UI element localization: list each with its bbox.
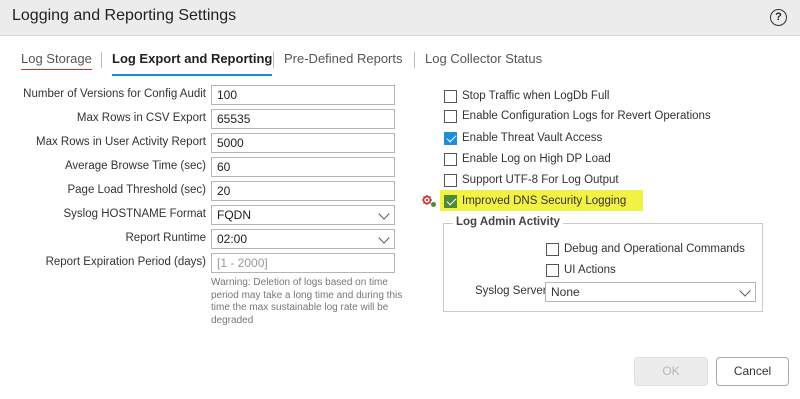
ok-button[interactable]: OK [634,357,708,386]
tab-divider [273,52,274,68]
checkbox-box-checked[interactable] [444,131,457,145]
tab-log-storage[interactable]: Log Storage [21,51,92,70]
ui-actions-label: UI Actions [564,264,616,276]
stop-traffic-checkbox[interactable]: Stop Traffic when LogDb Full [444,88,609,104]
tab-log-export-and-reporting[interactable]: Log Export and Reporting [112,51,273,76]
threat-vault-label: Enable Threat Vault Access [462,132,603,144]
syslog-hostname-value: FQDN [217,208,251,222]
report-runtime-select[interactable]: 02:00 [211,229,395,249]
expiration-label: Report Expiration Period (days) [45,256,206,268]
checkbox-box[interactable] [546,263,559,277]
report-runtime-value: 02:00 [217,232,248,246]
chevron-down-icon [378,232,390,244]
report-runtime-label: Report Runtime [125,232,206,244]
dns-security-label: Improved DNS Security Logging [462,195,627,207]
high-dp-label: Enable Log on High DP Load [462,153,611,165]
syslog-server-label: Syslog Server [475,285,547,297]
dialog-titlebar: Logging and Reporting Settings ? [0,0,800,36]
syslog-hostname-select[interactable]: FQDN [211,205,395,225]
config-audit-input[interactable]: 100 [211,85,395,105]
cancel-button[interactable]: Cancel [716,357,789,386]
utf8-label: Support UTF-8 For Log Output [462,174,619,186]
tab-divider [101,52,102,68]
checkbox-box[interactable] [444,152,457,166]
csv-export-label: Max Rows in CSV Export [76,112,206,124]
browse-time-input[interactable]: 60 [211,157,395,177]
syslog-hostname-label: Syslog HOSTNAME Format [63,208,207,220]
dns-security-checkbox[interactable]: Improved DNS Security Logging [444,193,626,209]
tab-pre-defined-reports[interactable]: Pre-Defined Reports [284,51,403,74]
chevron-down-icon [739,285,751,297]
config-audit-label: Number of Versions for Config Audit [23,88,206,100]
page-load-input[interactable]: 20 [211,181,395,201]
user-activity-input[interactable]: 5000 [211,133,395,153]
dialog-title: Logging and Reporting Settings [12,7,237,24]
tab-bar: Log Storage Log Export and Reporting Pre… [0,44,800,76]
debug-commands-checkbox[interactable]: Debug and Operational Commands [546,241,745,257]
chevron-down-icon [378,208,390,220]
threat-vault-checkbox[interactable]: Enable Threat Vault Access [444,130,602,146]
high-dp-checkbox[interactable]: Enable Log on High DP Load [444,151,611,167]
log-admin-activity-title: Log Admin Activity [453,216,563,228]
tab-divider [414,52,415,68]
checkbox-box-checked[interactable] [444,194,457,208]
expiration-input[interactable]: [1 - 2000] [211,253,395,273]
checkbox-box[interactable] [546,242,559,256]
browse-time-label: Average Browse Time (sec) [64,160,206,172]
gear-icon [422,195,436,207]
csv-export-input[interactable]: 65535 [211,109,395,129]
utf8-checkbox[interactable]: Support UTF-8 For Log Output [444,172,619,188]
config-logs-checkbox[interactable]: Enable Configuration Logs for Revert Ope… [444,108,711,124]
config-logs-label: Enable Configuration Logs for Revert Ope… [462,110,711,122]
expiration-warning: Warning: Deletion of logs based on time … [211,277,403,326]
help-icon[interactable]: ? [770,9,787,26]
syslog-server-select[interactable]: None [545,282,756,302]
checkbox-box[interactable] [444,173,457,187]
user-activity-label: Max Rows in User Activity Report [36,136,206,148]
checkbox-box[interactable] [444,109,457,123]
ui-actions-checkbox[interactable]: UI Actions [546,262,616,278]
page-load-label: Page Load Threshold (sec) [67,184,206,196]
debug-commands-label: Debug and Operational Commands [564,243,745,255]
syslog-server-value: None [551,285,580,299]
tab-log-collector-status[interactable]: Log Collector Status [425,51,542,74]
stop-traffic-label: Stop Traffic when LogDb Full [462,90,610,102]
checkbox-box[interactable] [444,89,457,103]
